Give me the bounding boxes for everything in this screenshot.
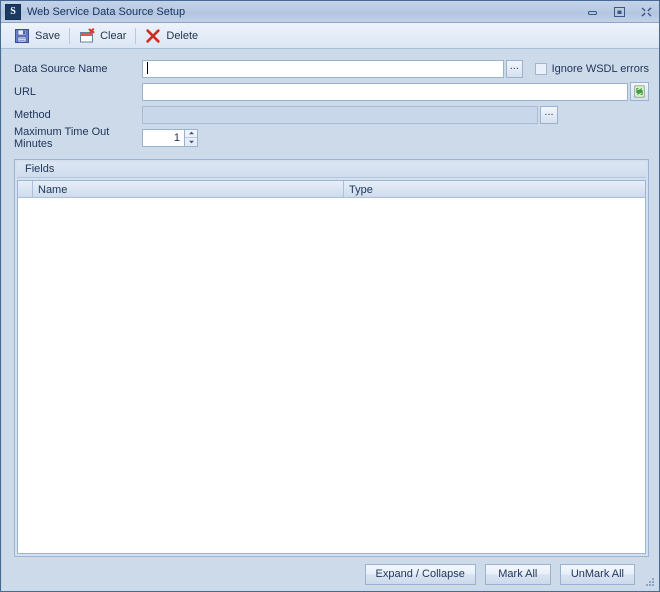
method-input[interactable] — [142, 105, 538, 124]
row-url: URL — [14, 80, 649, 103]
max-timeout-spin-buttons[interactable] — [184, 128, 198, 147]
row-data-source-name: Data Source Name ... Ignore WSDL errors — [14, 57, 649, 80]
web-service-data-source-setup-window: S Web Service Data Source Setup Save Cle… — [0, 0, 660, 592]
max-timeout-stepper[interactable]: 1 — [142, 128, 198, 147]
column-header-check[interactable] — [18, 181, 33, 197]
data-source-name-label: Data Source Name — [14, 62, 108, 75]
dialog-body: Data Source Name ... Ignore WSDL errors … — [1, 49, 659, 591]
url-input[interactable] — [142, 82, 629, 101]
form-area: Data Source Name ... Ignore WSDL errors … — [2, 49, 659, 153]
fields-group-title: Fields — [17, 162, 646, 178]
toolbar-separator-1 — [69, 27, 71, 44]
column-header-name[interactable]: Name — [33, 181, 344, 197]
save-icon — [15, 28, 29, 43]
delete-button[interactable]: Delete — [140, 26, 203, 46]
fields-grid[interactable]: Name Type — [17, 180, 646, 554]
row-method: Method ... — [14, 103, 649, 126]
delete-button-label: Delete — [166, 29, 199, 42]
column-header-type[interactable]: Type — [344, 181, 645, 197]
minimize-icon[interactable] — [584, 4, 601, 19]
clear-button[interactable]: Clear — [74, 26, 131, 46]
unmark-all-button[interactable]: UnMark All — [559, 563, 635, 585]
fields-grid-header: Name Type — [18, 181, 645, 198]
data-source-name-input[interactable] — [142, 59, 504, 78]
window-title: Web Service Data Source Setup — [27, 5, 186, 18]
fields-group: Fields Name Type — [14, 159, 649, 557]
app-icon: S — [5, 3, 21, 20]
spinner-up-icon[interactable] — [185, 130, 197, 138]
ignore-wsdl-errors-checkbox-box[interactable] — [534, 62, 547, 75]
max-timeout-input[interactable]: 1 — [142, 128, 184, 147]
resize-grip-icon[interactable] — [644, 576, 656, 588]
toolbar-separator-2 — [135, 27, 137, 44]
delete-icon — [146, 28, 161, 43]
method-browse-button[interactable]: ... — [540, 105, 558, 124]
save-button-label: Save — [35, 29, 61, 42]
url-refresh-button[interactable] — [630, 82, 649, 101]
ignore-wsdl-errors-label: Ignore WSDL errors — [551, 62, 649, 75]
ignore-wsdl-errors-checkbox[interactable]: Ignore WSDL errors — [534, 62, 649, 75]
url-label: URL — [14, 85, 37, 98]
save-button[interactable]: Save — [9, 26, 65, 46]
spinner-down-icon[interactable] — [185, 138, 197, 146]
title-bar: S Web Service Data Source Setup — [1, 1, 659, 23]
toolbar: Save Clear Delete — [1, 23, 659, 49]
maximize-icon[interactable] — [611, 4, 628, 19]
clear-icon — [80, 27, 95, 42]
max-timeout-label: Maximum Time Out Minutes — [14, 125, 110, 150]
expand-collapse-button[interactable]: Expand / Collapse — [364, 563, 476, 585]
window-controls — [584, 4, 655, 19]
row-max-timeout: Maximum Time Out Minutes 1 — [14, 125, 649, 150]
refresh-icon — [634, 85, 645, 98]
mark-all-button[interactable]: Mark All — [484, 563, 551, 585]
fields-grid-body[interactable] — [18, 198, 645, 553]
data-source-name-browse-button[interactable]: ... — [506, 59, 523, 78]
text-caret — [147, 61, 148, 74]
clear-button-label: Clear — [100, 29, 127, 42]
close-icon[interactable] — [638, 4, 655, 19]
footer-bar: Expand / Collapse Mark All UnMark All — [2, 557, 659, 591]
method-label: Method — [14, 108, 51, 121]
